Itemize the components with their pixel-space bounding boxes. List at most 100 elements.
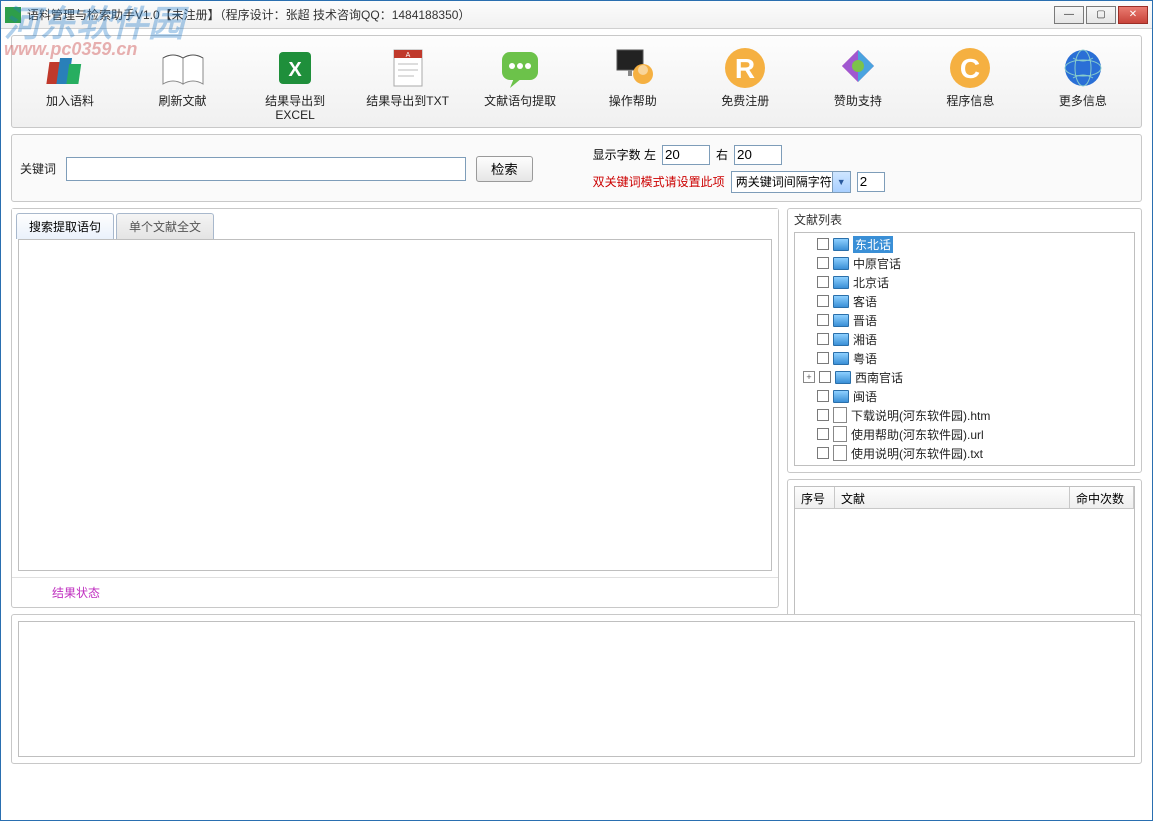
tree-item-label: 闽语 (853, 388, 877, 405)
toolbar: 加入语料刷新文献 X 结果导出到 EXCEL A结果导出到TXT 文献语句提取 操作帮助 R… (11, 35, 1142, 128)
minimize-button[interactable]: — (1054, 6, 1084, 24)
tree-item-label: 中原官话 (853, 255, 901, 272)
svg-text:X: X (288, 59, 302, 81)
toolbar-info[interactable]: C 程序信息 (916, 42, 1024, 125)
register-icon: R (721, 44, 769, 92)
toolbar-label: 操作帮助 (609, 94, 657, 108)
tree-item-label: 下载说明(河东软件园).htm (851, 407, 990, 424)
toolbar-register[interactable]: R 免费注册 (691, 42, 799, 125)
toolbar-open-book[interactable]: 刷新文献 (129, 42, 237, 125)
window-title: 语料管理与检索助手V1.0【未注册】（程序设计：张超 技术咨询QQ：148418… (27, 6, 1054, 23)
toolbar-support[interactable]: 赞助支持 (804, 42, 912, 125)
separator-value-input[interactable] (857, 172, 885, 192)
toolbar-excel[interactable]: X 结果导出到 EXCEL (241, 42, 349, 125)
tree-item-label: 粤语 (853, 350, 877, 367)
file-icon (833, 407, 847, 423)
keyword-label: 关键词 (20, 160, 56, 177)
folder-icon (833, 352, 849, 365)
result-textarea[interactable] (18, 239, 772, 571)
info-icon: C (946, 44, 994, 92)
checkbox[interactable] (817, 276, 829, 288)
tree-folder[interactable]: 闽语 (797, 387, 1132, 406)
search-panel: 关键词 检索 显示字数 左 右 双关键词模式请设置此项 两关键词间隔字符数 ▼ (11, 134, 1142, 202)
checkbox[interactable] (817, 447, 829, 459)
support-icon (834, 44, 882, 92)
open-book-icon (159, 44, 207, 92)
toolbar-globe[interactable]: 更多信息 (1029, 42, 1137, 125)
status-label: 结果状态 (12, 577, 778, 607)
left-chars-input[interactable] (662, 145, 710, 165)
folder-icon (835, 371, 851, 384)
dual-mode-label: 双关键词模式请设置此项 (593, 173, 725, 190)
separator-select[interactable]: 两关键词间隔字符数 ▼ (731, 171, 851, 193)
help-person-icon (609, 44, 657, 92)
right-chars-input[interactable] (734, 145, 782, 165)
toolbar-label: 结果导出到 EXCEL (265, 94, 325, 123)
checkbox[interactable] (817, 257, 829, 269)
close-button[interactable]: ✕ (1118, 6, 1148, 24)
folder-icon (833, 333, 849, 346)
toolbar-label: 刷新文献 (159, 94, 207, 108)
checkbox[interactable] (819, 371, 831, 383)
tab-full-text[interactable]: 单个文献全文 (116, 213, 214, 239)
col-document[interactable]: 文献 (835, 487, 1070, 508)
tab-search-extract[interactable]: 搜索提取语句 (16, 213, 114, 239)
tree-folder[interactable]: 粤语 (797, 349, 1132, 368)
folder-icon (833, 295, 849, 308)
tree-folder[interactable]: 湘语 (797, 330, 1132, 349)
app-window: 语料管理与检索助手V1.0【未注册】（程序设计：张超 技术咨询QQ：148418… (0, 0, 1153, 821)
toolbar-label: 免费注册 (721, 94, 769, 108)
right-column: 文献列表 东北话中原官话北京话客语晋语湘语粤语 + 西南官话闽语下载说明(河东软件园… (787, 208, 1142, 608)
document-tree[interactable]: 东北话中原官话北京话客语晋语湘语粤语 + 西南官话闽语下载说明(河东软件园).htm… (794, 232, 1135, 466)
toolbar-speech-bubble[interactable]: 文献语句提取 (466, 42, 574, 125)
tree-file[interactable]: 使用说明(河东软件园).txt (797, 444, 1132, 463)
checkbox[interactable] (817, 333, 829, 345)
checkbox[interactable] (817, 238, 829, 250)
toolbar-books[interactable]: 加入语料 (16, 42, 124, 125)
checkbox[interactable] (817, 390, 829, 402)
excel-icon: X (271, 44, 319, 92)
toolbar-help-person[interactable]: 操作帮助 (579, 42, 687, 125)
checkbox[interactable] (817, 352, 829, 364)
toolbar-label: 文献语句提取 (484, 94, 556, 108)
grid-header: 序号 文献 命中次数 (795, 487, 1134, 509)
tree-file[interactable]: 下载说明(河东软件园).htm (797, 406, 1132, 425)
toolbar-label: 程序信息 (946, 94, 994, 108)
folder-icon (833, 238, 849, 251)
checkbox[interactable] (817, 409, 829, 421)
svg-text:A: A (405, 52, 410, 59)
toolbar-label: 赞助支持 (834, 94, 882, 108)
tree-folder[interactable]: 东北话 (797, 235, 1132, 254)
tree-folder[interactable]: 中原官话 (797, 254, 1132, 273)
svg-text:C: C (960, 53, 980, 84)
col-hits[interactable]: 命中次数 (1070, 487, 1134, 508)
toolbar-label: 更多信息 (1059, 94, 1107, 108)
titlebar: 语料管理与检索助手V1.0【未注册】（程序设计：张超 技术咨询QQ：148418… (1, 1, 1152, 29)
checkbox[interactable] (817, 314, 829, 326)
right-label: 右 (716, 146, 728, 163)
speech-bubble-icon (496, 44, 544, 92)
checkbox[interactable] (817, 428, 829, 440)
tree-folder[interactable]: 客语 (797, 292, 1132, 311)
col-index[interactable]: 序号 (795, 487, 835, 508)
checkbox[interactable] (817, 295, 829, 307)
tree-item-label: 西南官话 (855, 369, 903, 386)
txt-icon: A (384, 44, 432, 92)
tree-folder[interactable]: 晋语 (797, 311, 1132, 330)
maximize-button[interactable]: ▢ (1086, 6, 1116, 24)
result-tabs: 搜索提取语句 单个文献全文 (12, 209, 778, 239)
tree-folder[interactable]: 北京话 (797, 273, 1132, 292)
tree-folder[interactable]: + 西南官话 (797, 368, 1132, 387)
keyword-input[interactable] (66, 157, 466, 181)
bottom-textarea[interactable] (18, 621, 1135, 757)
search-button[interactable]: 检索 (476, 156, 533, 182)
tree-item-label: 东北话 (853, 236, 893, 253)
middle-area: 搜索提取语句 单个文献全文 结果状态 文献列表 东北话中原官话北京话客语晋语湘语… (11, 208, 1142, 608)
doclist-panel: 文献列表 东北话中原官话北京话客语晋语湘语粤语 + 西南官话闽语下载说明(河东软件园… (787, 208, 1142, 473)
tree-item-label: 北京话 (853, 274, 889, 291)
expand-icon[interactable]: + (803, 371, 815, 383)
doclist-title: 文献列表 (788, 209, 1141, 230)
tree-file[interactable]: 使用帮助(河东软件园).url (797, 425, 1132, 444)
tree-item-label: 晋语 (853, 312, 877, 329)
toolbar-txt[interactable]: A结果导出到TXT (354, 42, 462, 125)
